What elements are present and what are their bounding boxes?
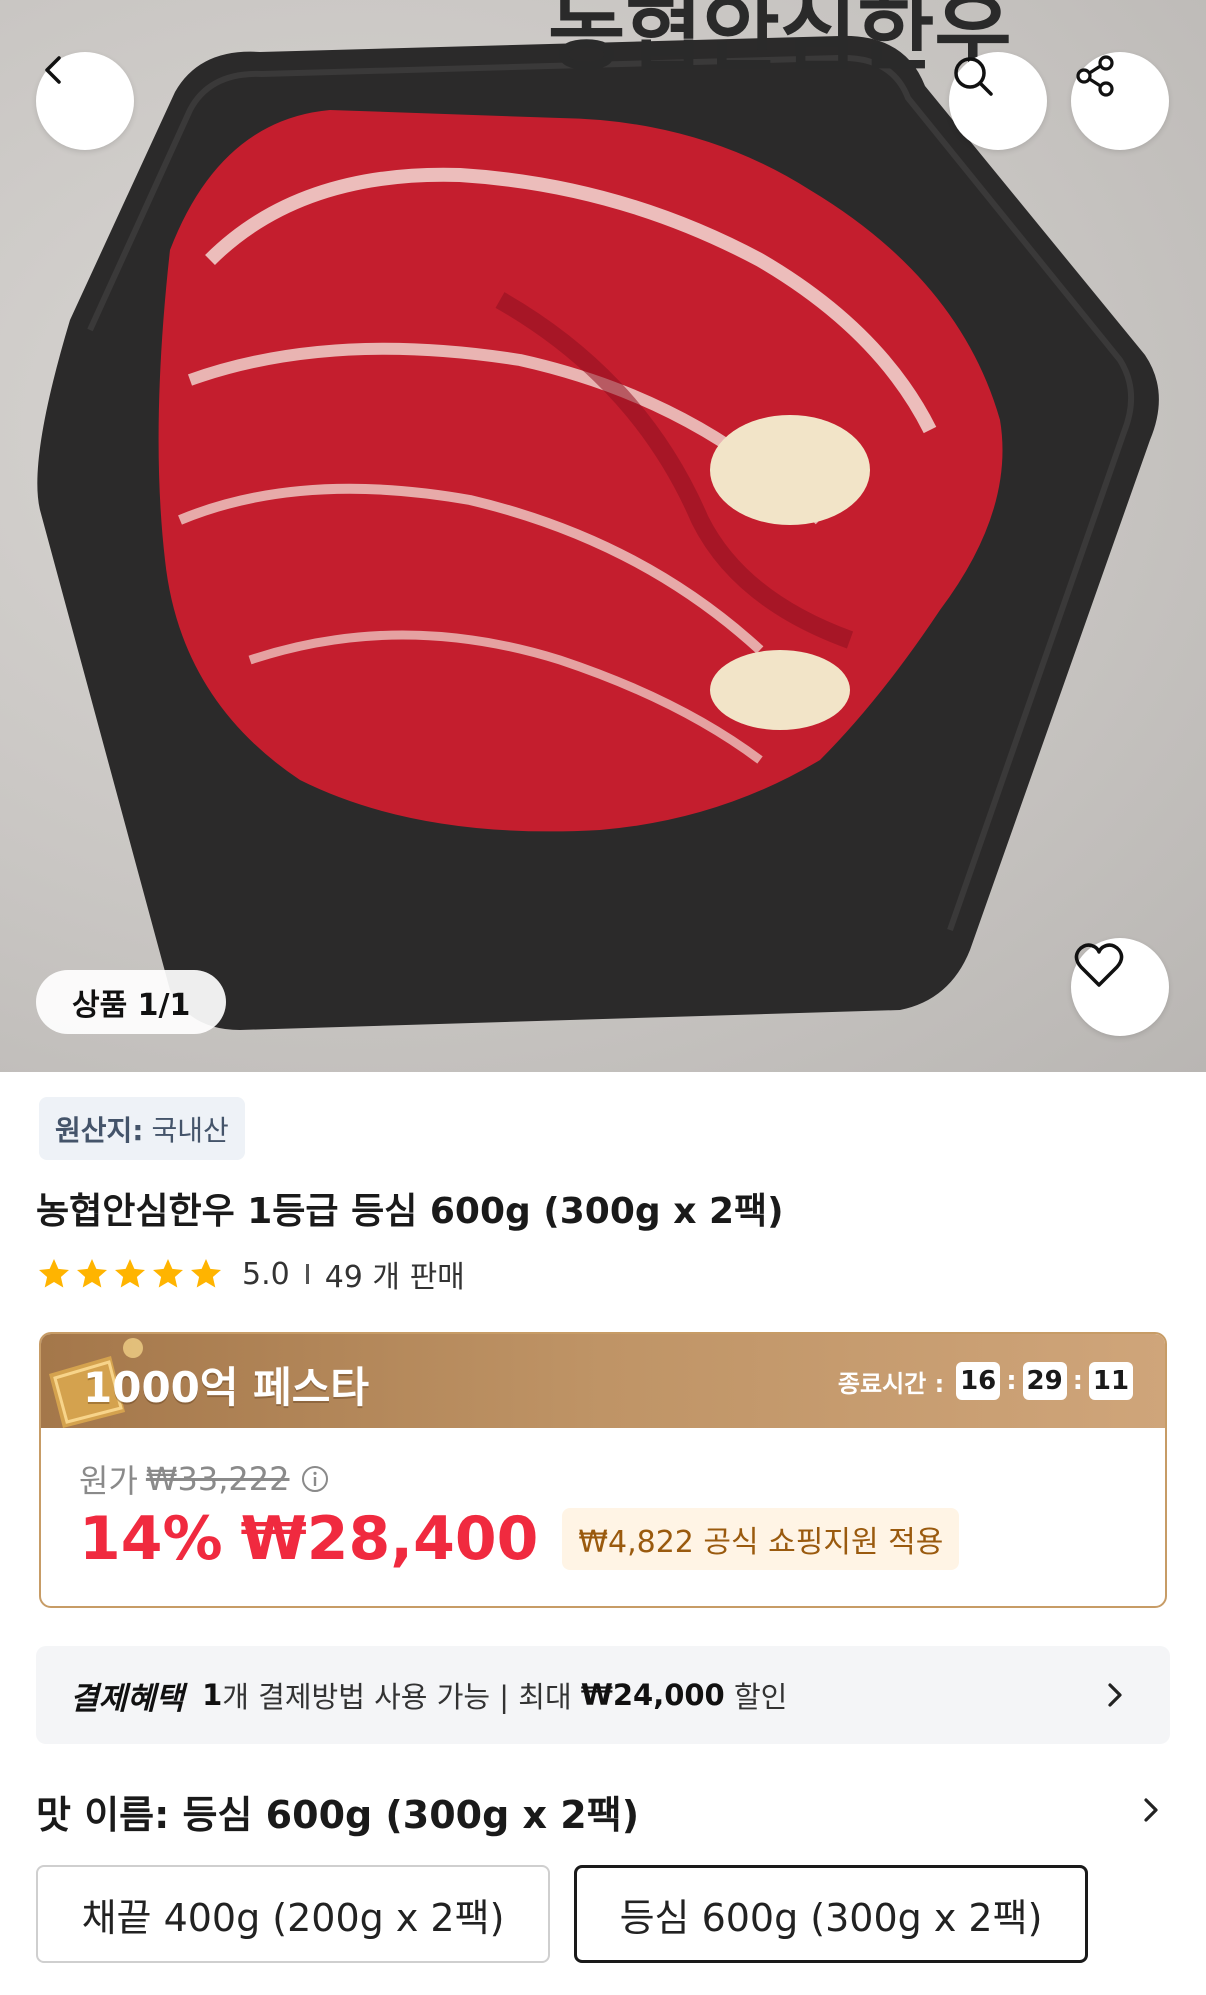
option-chip-selected[interactable]: 등심 600g (300g x 2팩) (574, 1865, 1088, 1963)
chevron-left-icon (45, 56, 61, 84)
brand-logo-text: 농협안심한우 (548, 0, 1012, 82)
sales-count: 49 개 판매 (324, 1260, 465, 1295)
rating-value: 5.0 (242, 1256, 290, 1292)
product-image[interactable]: 농협안심한우 상품 1/1 (0, 0, 1206, 1072)
heart-icon (1074, 943, 1124, 987)
search-icon (954, 57, 993, 96)
origin-chip: 원산지: 국내산 (39, 1097, 245, 1160)
chevron-right-icon (1108, 1683, 1122, 1707)
star-rating (36, 1256, 224, 1292)
star-icon (77, 1259, 107, 1288)
share-button[interactable] (1071, 52, 1169, 150)
benefit-text: 개 결제방법 사용 가능 | 최대 (222, 1680, 581, 1714)
origin-label: 원산지: (55, 1113, 144, 1147)
image-counter: 상품 1/1 (36, 970, 227, 1034)
rating-row[interactable]: 5.0 49 개 판매 (36, 1252, 465, 1296)
festival-banner: 1000억 페스타 종료시간 : 16 : 29 : 11 (41, 1334, 1165, 1428)
sale-price-row: 14% ₩28,400 ₩4,822 공식 쇼핑지원 적용 (79, 1504, 960, 1574)
star-icon (39, 1259, 69, 1288)
sale-price: ₩28,400 (240, 1504, 539, 1574)
star-icon (115, 1259, 145, 1288)
info-icon[interactable] (300, 1464, 330, 1494)
timer-minutes: 29 (1022, 1362, 1067, 1400)
star-icon (153, 1259, 183, 1288)
countdown-timer: 종료시간 : 16 : 29 : 11 (838, 1362, 1139, 1400)
festival-title: 1000억 페스타 (83, 1363, 370, 1412)
star-icon (191, 1259, 221, 1288)
timer-seconds: 11 (1089, 1362, 1133, 1400)
option-chip[interactable]: 채끝 400g (200g x 2팩) (36, 1865, 550, 1963)
chevron-right-icon[interactable] (1136, 1795, 1166, 1825)
timer-hours: 16 (956, 1362, 1001, 1400)
share-icon (1076, 55, 1114, 97)
timer-colon: : (1006, 1366, 1017, 1396)
product-title: 농협안심한우 1등급 등심 600g (300g x 2팩) (36, 1191, 784, 1232)
discount-rate: 14% (79, 1504, 223, 1574)
shopping-support-badge: ₩4,822 공식 쇼핑지원 적용 (562, 1508, 960, 1570)
timer-colon: : (1072, 1366, 1083, 1396)
wishlist-button[interactable] (1071, 938, 1169, 1036)
back-button[interactable] (36, 52, 134, 150)
payment-benefit-row[interactable]: 결제혜택 1 개 결제방법 사용 가능 | 최대 ₩24,000 할인 (36, 1646, 1170, 1744)
benefit-count: 1 (202, 1678, 223, 1712)
divider (305, 1264, 309, 1284)
original-price-row: 원가 ₩33,222 (79, 1456, 330, 1502)
option-title: 맛 이름: 등심 600g (300g x 2팩) (36, 1793, 640, 1837)
timer-label: 종료시간 : (837, 1369, 945, 1398)
original-price: ₩33,222 (145, 1460, 290, 1498)
benefit-tag: 결제혜택 (70, 1680, 185, 1717)
benefit-max-amount: ₩24,000 (580, 1678, 725, 1712)
festival-price-card: 1000억 페스타 종료시간 : 16 : 29 : 11 원가 ₩33,222… (39, 1332, 1167, 1608)
product-photo: 농협안심한우 (37, 0, 1159, 1031)
original-price-label: 원가 (79, 1462, 138, 1500)
benefit-text-end: 할인 (724, 1680, 788, 1714)
origin-value: 국내산 (151, 1113, 229, 1147)
search-button[interactable] (949, 52, 1047, 150)
